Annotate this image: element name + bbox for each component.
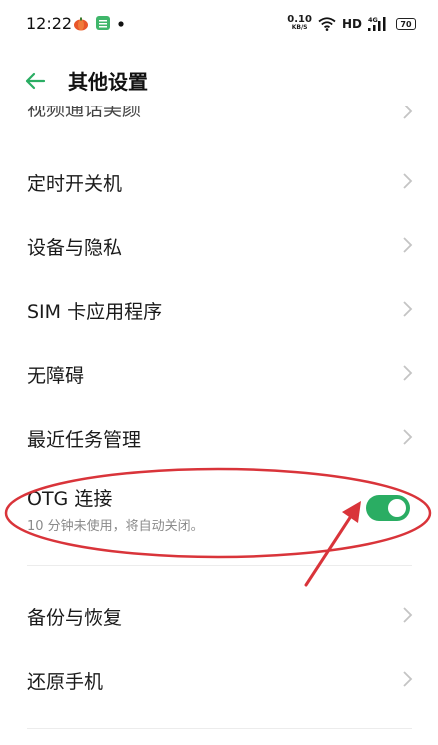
battery-level: 70 [400, 19, 412, 29]
toggle-knob [388, 499, 406, 517]
divider [27, 728, 412, 729]
list-item-label: 定时开关机 [27, 173, 123, 195]
arrow-head-icon [342, 501, 361, 523]
chevron-right-icon [403, 301, 413, 317]
battery-icon: 70 [396, 18, 416, 30]
list-item-accessibility[interactable]: 无障碍 [0, 347, 438, 401]
header: 其他设置 [0, 56, 438, 106]
list-item-label: SIM 卡应用程序 [27, 301, 163, 323]
network-speed-value: 0.10 [287, 14, 312, 25]
wifi-icon [318, 17, 336, 31]
divider [27, 565, 412, 566]
list-item-label: 最近任务管理 [27, 429, 142, 451]
network-speed: 0.10 KB/S [287, 14, 312, 32]
chevron-right-icon [403, 106, 413, 119]
status-time: 12:22 [26, 14, 73, 33]
status-bar: 12:22 0.10 KB/S HD 4G 70 [0, 0, 438, 50]
list-item-recent-tasks[interactable]: 最近任务管理 [0, 411, 438, 465]
green-app-icon [96, 16, 110, 30]
list-item-scheduled-power[interactable]: 定时开关机 [0, 155, 438, 209]
list-item-label: 还原手机 [27, 671, 104, 693]
arrow-left-icon[interactable] [22, 68, 48, 94]
hd-label: HD [341, 17, 362, 31]
arrow-shaft [304, 511, 355, 587]
notification-dot-icon [118, 21, 124, 27]
signal-label: 4G [368, 16, 378, 24]
network-speed-unit: KB/S [291, 24, 308, 31]
otg-title: OTG 连接 [27, 488, 113, 510]
list-item-video-call-beauty[interactable]: 视频通话美颜 [0, 106, 438, 132]
chevron-right-icon [403, 429, 413, 445]
list-item-label: 备份与恢复 [27, 607, 123, 629]
signal-icon: 4G [368, 16, 386, 31]
list-item-label: 无障碍 [27, 365, 85, 387]
chevron-right-icon [403, 173, 413, 189]
chevron-right-icon [403, 237, 413, 253]
list-item-backup-restore[interactable]: 备份与恢复 [0, 589, 438, 643]
chevron-right-icon [403, 671, 413, 687]
otg-toggle[interactable] [366, 495, 410, 521]
status-indicators: 0.10 KB/S HD 4G 70 [287, 12, 416, 36]
list-item-sim-apps[interactable]: SIM 卡应用程序 [0, 283, 438, 337]
settings-screen: 12:22 0.10 KB/S HD 4G 70 其他设置 视频通话美颜 定时开… [0, 0, 438, 745]
list-item-label: 设备与隐私 [27, 237, 123, 259]
chevron-right-icon [403, 365, 413, 381]
list-item-reset-phone[interactable]: 还原手机 [0, 653, 438, 707]
otg-description: 10 分钟未使用，将自动关闭。 [27, 519, 204, 534]
pumpkin-app-icon [74, 17, 88, 31]
page-title: 其他设置 [68, 70, 148, 94]
list-item-device-privacy[interactable]: 设备与隐私 [0, 219, 438, 273]
list-item-label: 视频通话美颜 [27, 106, 142, 120]
chevron-right-icon [403, 607, 413, 623]
